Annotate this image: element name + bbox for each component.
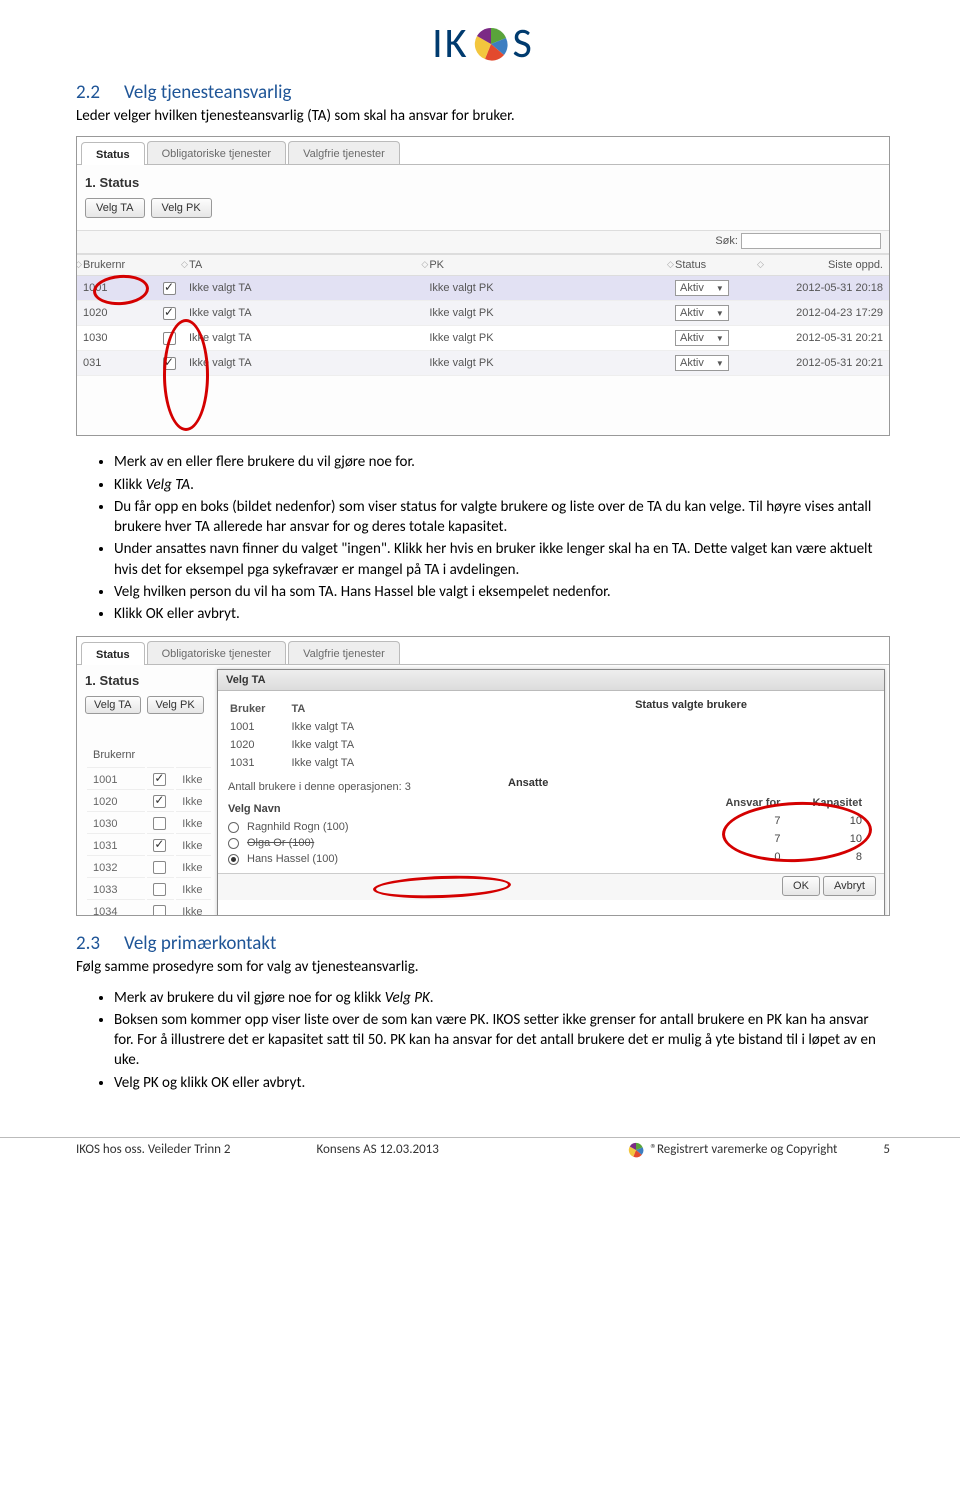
row-checkbox[interactable] <box>153 905 166 916</box>
bullet: Boksen som kommer opp viser liste over d… <box>114 1010 890 1071</box>
radio-icon <box>228 822 239 833</box>
chevron-down-icon: ▼ <box>716 359 724 368</box>
page-number: 5 <box>883 1142 890 1157</box>
velg-ta-button[interactable]: Velg TA <box>85 696 141 714</box>
tab-valgfrie[interactable]: Valgfrie tjenester <box>288 141 400 164</box>
radio-label: Hans Hassel (100) <box>247 853 338 865</box>
screenshot-1: Status Obligatoriske tjenester Valgfrie … <box>76 136 890 436</box>
page-footer: IKOS hos oss. Veileder Trinn 2 Konsens A… <box>0 1142 960 1168</box>
section-2-3-heading: 2.3Velg primærkontakt <box>76 932 890 955</box>
modal-row: 1020Ikke valgt TA <box>230 737 378 753</box>
bullet: Merk av brukere du vil gjøre noe for og … <box>114 988 890 1008</box>
section-2-2-heading: 2.2Velg tjenesteansvarlig <box>76 81 890 104</box>
operation-count: Antall brukere i denne operasjonen: 3 <box>228 781 488 793</box>
modal-title: Velg TA <box>218 670 884 691</box>
col-status[interactable]: Status <box>669 255 759 276</box>
logo-pie-icon <box>473 26 509 62</box>
tab-valgfrie[interactable]: Valgfrie tjenester <box>288 641 400 664</box>
modal-row: 1031Ikke valgt TA <box>230 755 378 771</box>
status-valgte-label: Status valgte brukere <box>508 699 874 711</box>
row-checkbox[interactable] <box>153 773 166 786</box>
logo-text-right: S <box>513 18 534 69</box>
ok-button[interactable]: OK <box>782 876 820 896</box>
table-row: 1034Ikke <box>87 902 211 916</box>
table-row[interactable]: 1020Ikke valgt TAIkke valgt PKAktiv▼2012… <box>77 301 889 326</box>
search-label: Søk: <box>715 235 738 247</box>
bullet: Klikk OK eller avbryt. <box>114 604 890 624</box>
row-checkbox[interactable] <box>163 307 176 320</box>
tab-status[interactable]: Status <box>81 642 145 665</box>
table-row[interactable]: 1001Ikke valgt TAIkke valgt PKAktiv▼2012… <box>77 276 889 301</box>
logo: IK S <box>76 18 890 69</box>
radio-icon <box>228 838 239 849</box>
row-checkbox[interactable] <box>163 282 176 295</box>
status-dropdown[interactable]: Aktiv▼ <box>675 280 729 296</box>
chevron-down-icon: ▼ <box>716 334 724 343</box>
status-title: 1. Status <box>85 673 213 688</box>
bullet: Under ansattes navn finner du valget "in… <box>114 539 890 580</box>
tab-obligatoriske[interactable]: Obligatoriske tjenester <box>147 641 286 664</box>
search-input[interactable] <box>741 233 881 249</box>
col-pk[interactable]: PK <box>423 255 669 276</box>
footer-mid: Konsens AS 12.03.2013 <box>317 1142 439 1157</box>
velg-pk-button[interactable]: Velg PK <box>151 198 212 218</box>
row-checkbox[interactable] <box>153 817 166 830</box>
chevron-down-icon: ▼ <box>716 309 724 318</box>
bullet: Du får opp en boks (bildet nedenfor) som… <box>114 497 890 538</box>
radio-option[interactable]: Olga Or (100) <box>228 835 488 851</box>
table-row: 1033Ikke <box>87 880 211 900</box>
col-siste-oppd[interactable]: Siste oppd. <box>759 255 889 276</box>
tab-status[interactable]: Status <box>81 142 145 165</box>
footer-left: IKOS hos oss. Veileder Trinn 2 <box>76 1142 231 1157</box>
velg-pk-button[interactable]: Velg PK <box>147 696 204 714</box>
radio-icon <box>228 854 239 865</box>
avbryt-button[interactable]: Avbryt <box>823 876 876 896</box>
screenshot-2: Status Obligatoriske tjenester Valgfrie … <box>76 636 890 916</box>
radio-label: Ragnhild Rogn (100) <box>247 821 349 833</box>
logo-text-left: IK <box>432 18 468 69</box>
table-row: 1030Ikke <box>87 814 211 834</box>
bullet: Klikk Velg TA. <box>114 475 890 495</box>
table-row: 1020Ikke <box>87 792 211 812</box>
bullet: Velg hvilken person du vil ha som TA. Ha… <box>114 582 890 602</box>
velg-navn-label: Velg Navn <box>228 803 488 815</box>
col-brukernr[interactable]: Brukernr <box>77 255 157 276</box>
status-dropdown[interactable]: Aktiv▼ <box>675 355 729 371</box>
radio-option[interactable]: Hans Hassel (100) <box>228 851 488 867</box>
radio-label: Olga Or (100) <box>247 837 314 849</box>
table-row: 1032Ikke <box>87 858 211 878</box>
tab-obligatoriske[interactable]: Obligatoriske tjenester <box>147 141 286 164</box>
row-checkbox[interactable] <box>153 883 166 896</box>
modal-row: 1001Ikke valgt TA <box>230 719 378 735</box>
radio-option[interactable]: Ragnhild Rogn (100) <box>228 819 488 835</box>
bullet: Merk av en eller flere brukere du vil gj… <box>114 452 890 472</box>
ansatte-label: Ansatte <box>508 777 874 789</box>
table-row: 1031Ikke <box>87 836 211 856</box>
velg-ta-button[interactable]: Velg TA <box>85 198 145 218</box>
row-checkbox[interactable] <box>153 795 166 808</box>
table-row: 1001Ikke <box>87 770 211 790</box>
status-dropdown[interactable]: Aktiv▼ <box>675 330 729 346</box>
section-2-3-lead: Følg samme prosedyre som for valg av tje… <box>76 957 890 977</box>
annotation-circle-checkboxes <box>163 319 209 431</box>
footer-logo-icon <box>628 1142 644 1158</box>
section-2-2-bullets: Merk av en eller flere brukere du vil gj… <box>76 452 890 624</box>
col-ta[interactable]: TA <box>183 255 423 276</box>
section-2-2-lead: Leder velger hvilken tjenesteansvarlig (… <box>76 106 890 126</box>
velg-ta-modal: Velg TA BrukerTA 1001Ikke valgt TA 1020I… <box>217 669 885 916</box>
status-title: 1. Status <box>85 175 881 190</box>
chevron-down-icon: ▼ <box>716 284 724 293</box>
status-dropdown[interactable]: Aktiv▼ <box>675 305 729 321</box>
row-checkbox[interactable] <box>153 861 166 874</box>
row-checkbox[interactable] <box>153 839 166 852</box>
footer-right: ®Registrert varemerke og Copyright <box>650 1142 837 1157</box>
section-2-3-bullets: Merk av brukere du vil gjøre noe for og … <box>76 988 890 1093</box>
bullet: Velg PK og klikk OK eller avbryt. <box>114 1073 890 1093</box>
